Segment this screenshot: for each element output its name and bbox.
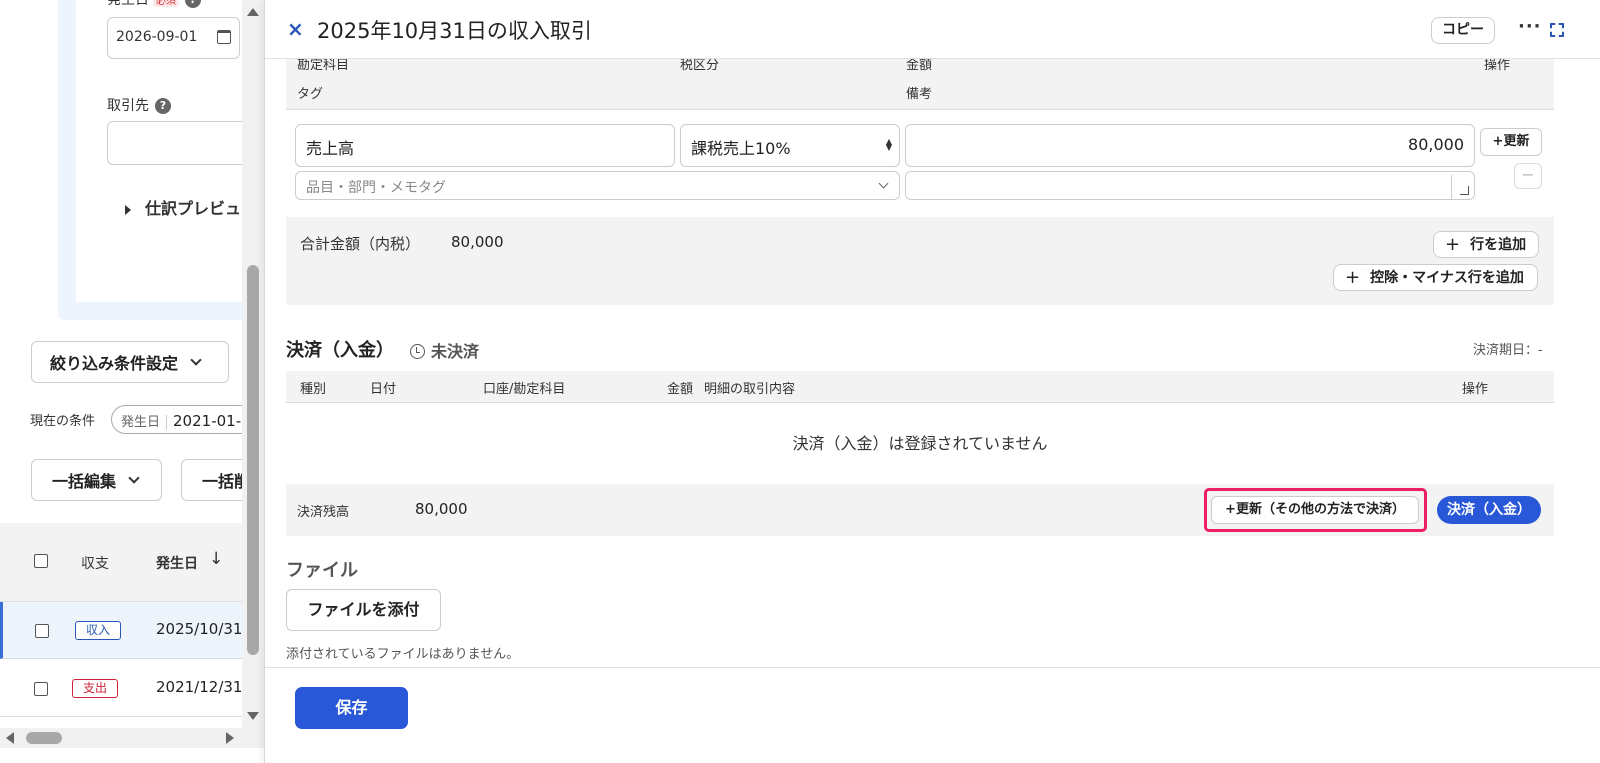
- clock-icon: [410, 344, 425, 359]
- tax-category-value: 課税売上10%: [691, 139, 791, 158]
- table-row[interactable]: 支出 2021/12/31: [0, 660, 270, 717]
- column-tag: タグ: [297, 87, 324, 102]
- remove-line-button[interactable]: −: [1514, 163, 1542, 189]
- settlement-empty-message: 決済（入金）は登録されていません: [792, 434, 1048, 453]
- save-button[interactable]: 保存: [295, 687, 408, 729]
- column-date[interactable]: 発生日: [156, 553, 198, 573]
- settlement-title: 決済（入金）: [286, 340, 394, 361]
- settlement-due-date: 決済期日：-: [1473, 343, 1543, 358]
- scroll-up-arrow-icon[interactable]: [247, 8, 259, 16]
- issue-date-value: 2026-09-01: [116, 29, 198, 45]
- drawer-title: 2025年10月31日の収入取引: [317, 19, 592, 43]
- resize-handle-icon[interactable]: [1451, 175, 1473, 199]
- scroll-left-arrow-icon[interactable]: [6, 732, 14, 744]
- balance-label: 決済残高: [297, 505, 350, 520]
- tag-placeholder: 品目・部門・メモタグ: [306, 180, 446, 196]
- account-select[interactable]: 売上高: [295, 124, 675, 167]
- expand-icon[interactable]: [1550, 23, 1564, 37]
- tax-category-select[interactable]: 課税売上10% ▲ ▼: [680, 124, 900, 167]
- plus-icon: +: [1345, 267, 1361, 288]
- no-files-message: 添付されているファイルはありません。: [286, 647, 520, 662]
- column-action: 操作: [1462, 382, 1489, 397]
- column-type: 収支: [81, 556, 109, 572]
- add-row-button[interactable]: + 行を追加: [1433, 231, 1539, 258]
- column-kind: 種別: [300, 382, 327, 397]
- chevron-down-icon: [128, 472, 140, 484]
- row-checkbox[interactable]: [35, 624, 49, 638]
- expense-badge: 支出: [72, 679, 118, 698]
- sort-arrow-icon[interactable]: ↓: [209, 549, 223, 569]
- required-badge: 必須: [153, 0, 179, 7]
- chevron-down-icon: [878, 178, 889, 189]
- caret-right-icon: [125, 204, 131, 215]
- drawer-footer: 保存: [265, 667, 1600, 763]
- column-detail: 明細の取引内容: [704, 382, 796, 397]
- table-row[interactable]: 収入 2025/10/31: [0, 602, 270, 659]
- balance-value: 80,000: [415, 500, 468, 518]
- lines-table-header: 勘定科目 税区分 金額 操作 タグ 備考: [286, 58, 1554, 110]
- journal-preview-label: 仕訳プレビュー: [145, 199, 258, 218]
- condition-chip-key: 発生日: [121, 415, 168, 430]
- scroll-down-arrow-icon[interactable]: [247, 712, 259, 720]
- file-section-title: ファイル: [286, 560, 358, 581]
- issue-date-label: 発生日必須?: [107, 0, 201, 9]
- add-deduction-row-label: 控除・マイナス行を追加: [1370, 270, 1524, 286]
- calendar-icon[interactable]: [217, 30, 231, 44]
- attach-file-button[interactable]: ファイルを添付: [286, 589, 441, 631]
- journal-preview-toggle[interactable]: 仕訳プレビュー: [125, 195, 257, 219]
- issue-date-label-text: 発生日: [107, 0, 149, 8]
- amount-input[interactable]: 80,000: [905, 124, 1475, 167]
- settlement-balance-bar: 決済残高 80,000 +更新（その他の方法で決済） 決済（入金）: [286, 484, 1554, 536]
- issue-date-input[interactable]: 2026-09-01: [107, 17, 240, 59]
- current-condition-label: 現在の条件: [30, 414, 96, 429]
- settlement-status-text: 未決済: [431, 342, 480, 361]
- horizontal-scrollbar[interactable]: [0, 728, 264, 748]
- copy-button[interactable]: コピー: [1431, 17, 1495, 44]
- add-deduction-row-button[interactable]: + 控除・マイナス行を追加: [1333, 264, 1538, 291]
- memo-textarea[interactable]: [905, 171, 1475, 200]
- column-amount: 金額: [667, 382, 694, 397]
- plus-icon: +: [1445, 234, 1461, 255]
- row-date: 2021/12/31: [156, 678, 243, 696]
- scroll-thumb[interactable]: [247, 265, 259, 655]
- column-date: 日付: [370, 382, 397, 397]
- partner-label-text: 取引先: [107, 98, 149, 114]
- table-header: 収支 発生日 ↓: [0, 523, 270, 602]
- total-label: 合計金額（内税）: [300, 235, 421, 253]
- settlement-status: 未決済: [410, 338, 479, 362]
- add-row-label: 行を追加: [1470, 237, 1527, 253]
- settlement-table-header: 種別 日付 口座/勘定科目 金額 明細の取引内容 操作: [286, 371, 1554, 403]
- chevron-down-icon: [190, 354, 202, 366]
- highlight-frame: +更新（その他の方法で決済）: [1204, 488, 1427, 532]
- drawer-header: × 2025年10月31日の収入取引 コピー ···: [265, 0, 1600, 59]
- tag-select[interactable]: 品目・部門・メモタグ: [295, 171, 900, 200]
- help-icon[interactable]: ?: [185, 0, 201, 8]
- row-checkbox[interactable]: [34, 682, 48, 696]
- total-value: 80,000: [451, 233, 504, 251]
- column-account: 口座/勘定科目: [483, 382, 566, 397]
- scroll-right-arrow-icon[interactable]: [226, 732, 234, 744]
- settle-deposit-button[interactable]: 決済（入金）: [1437, 496, 1541, 524]
- line-update-button[interactable]: +更新: [1480, 128, 1542, 156]
- transaction-list-panel: 発生日必須? 2026-09-01 取引先? 仕訳プレビュー 絞り込み条件設定 …: [0, 0, 270, 763]
- select-all-checkbox[interactable]: [34, 554, 48, 568]
- row-date: 2025/10/31: [156, 620, 243, 638]
- partner-label: 取引先?: [107, 95, 171, 115]
- select-spinner-icon: ▲ ▼: [885, 137, 892, 152]
- update-other-settlement-button[interactable]: +更新（その他の方法で決済）: [1211, 496, 1419, 524]
- more-options-icon[interactable]: ···: [1518, 16, 1542, 37]
- column-memo: 備考: [906, 87, 933, 102]
- bulk-edit-label: 一括編集: [52, 472, 117, 491]
- income-badge: 収入: [75, 621, 121, 640]
- close-icon[interactable]: ×: [287, 17, 304, 41]
- transaction-detail-drawer: 勘定科目 税区分 金額 操作 タグ 備考 × 2025年10月31日の収入取引 …: [264, 0, 1600, 763]
- help-icon[interactable]: ?: [155, 98, 171, 114]
- bulk-edit-button[interactable]: 一括編集: [31, 459, 162, 501]
- total-section: 合計金額（内税） 80,000 + 行を追加 + 控除・マイナス行を追加: [286, 217, 1554, 305]
- filter-settings-button[interactable]: 絞り込み条件設定: [31, 341, 229, 383]
- scroll-thumb[interactable]: [26, 732, 62, 744]
- vertical-scrollbar[interactable]: [242, 0, 264, 728]
- filter-settings-label: 絞り込み条件設定: [50, 354, 179, 373]
